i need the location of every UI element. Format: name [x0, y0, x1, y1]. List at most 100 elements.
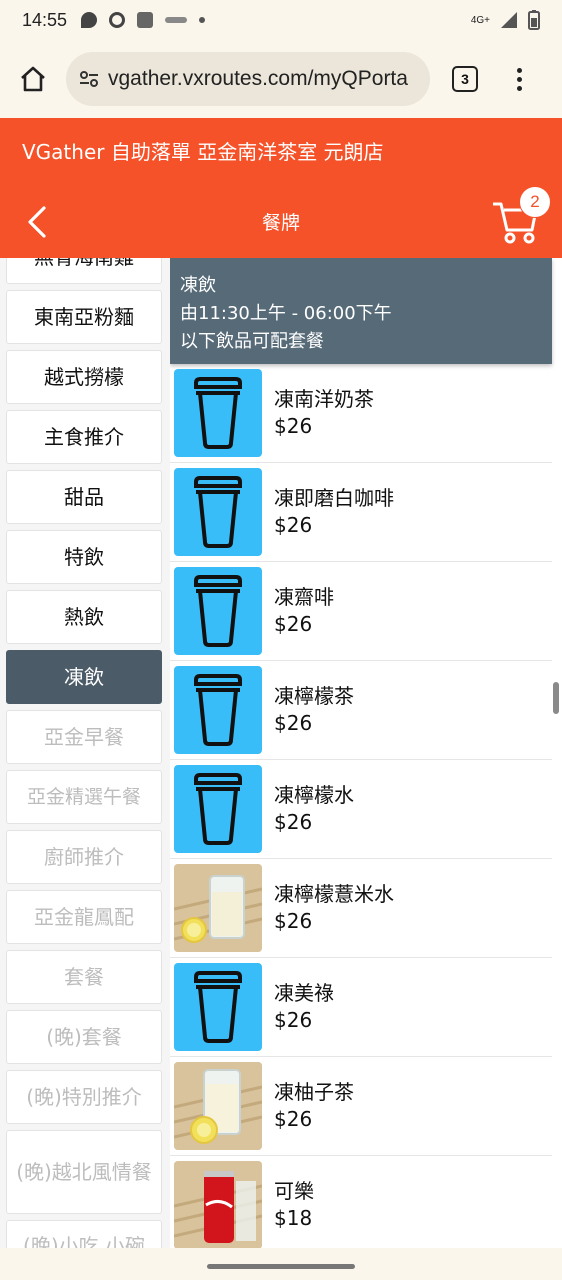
category-item[interactable]: 甜品 — [6, 470, 162, 524]
item-name: 凍南洋奶茶 — [274, 387, 374, 411]
category-label: 亞金精選午餐 — [26, 786, 141, 808]
category-label: 特飲 — [64, 545, 104, 569]
menu-list[interactable]: 凍飲 由11:30上午 - 06:00下午 以下飲品可配套餐 凍南洋奶茶 $26… — [170, 258, 562, 1248]
lemon-drink-photo — [174, 864, 262, 952]
item-price: $26 — [274, 513, 313, 537]
cup-icon — [174, 369, 262, 457]
category-label: 廚師推介 — [44, 845, 124, 869]
menu-item[interactable]: 凍美祿 $26 — [170, 958, 552, 1057]
network-type: 4G+ — [470, 14, 490, 26]
cola-can-photo — [174, 1161, 262, 1248]
section-hours: 由11:30上午 - 06:00下午 — [180, 303, 392, 324]
section-note: 以下飲品可配套餐 — [180, 331, 324, 352]
item-price: $26 — [274, 711, 313, 735]
browser-menu-button[interactable] — [514, 67, 524, 91]
address-bar[interactable]: vgather.vxroutes.com/myQPorta — [66, 52, 430, 106]
app-notification-icon — [109, 12, 126, 28]
cup-icon — [174, 765, 262, 853]
category-item[interactable]: 主食推介 — [6, 410, 162, 464]
category-item[interactable]: 廚師推介 — [6, 830, 162, 884]
item-name: 凍齋啡 — [274, 585, 334, 609]
menu-dot-icon — [516, 76, 522, 82]
category-item[interactable]: 熱飲 — [6, 590, 162, 644]
menu-item[interactable]: 凍柚子茶 $26 — [170, 1057, 552, 1156]
category-item[interactable]: 越式撈檬 — [6, 350, 162, 404]
category-label: 東南亞粉麵 — [34, 305, 134, 329]
cup-icon — [174, 567, 262, 655]
home-button[interactable] — [14, 60, 52, 98]
category-label: (晚)越北風情餐 — [16, 1160, 152, 1184]
cup-icon — [174, 666, 262, 754]
menu-item[interactable]: 凍南洋奶茶 $26 — [170, 364, 552, 463]
category-item[interactable]: 東南亞粉麵 — [6, 290, 162, 344]
category-label: 凍飲 — [64, 665, 104, 689]
chat-notification-icon — [81, 12, 98, 28]
tab-switcher-button[interactable]: 3 — [452, 66, 478, 92]
category-label: 套餐 — [64, 965, 104, 989]
signal-icon — [501, 12, 517, 28]
app-notification-icon-2 — [137, 12, 154, 28]
item-price: $26 — [274, 1107, 313, 1131]
status-time: 14:55 — [22, 9, 68, 30]
category-item[interactable]: 無骨海南雞 — [6, 258, 162, 284]
category-item[interactable]: (晚)小吃 小碗 — [6, 1220, 162, 1248]
category-label: 越式撈檬 — [44, 365, 124, 389]
section-header: 凍飲 由11:30上午 - 06:00下午 以下飲品可配套餐 — [170, 258, 552, 364]
item-name: 可樂 — [274, 1179, 314, 1203]
category-label: 亞金龍鳳配 — [34, 905, 134, 929]
menu-item[interactable]: 凍即磨白咖啡 $26 — [170, 463, 552, 562]
item-name: 凍柚子茶 — [274, 1080, 354, 1104]
store-title: VGather 自助落單 亞金南洋茶室 元朗店 — [22, 140, 384, 164]
category-label: (晚)特別推介 — [26, 1085, 142, 1109]
category-label: 熱飲 — [64, 605, 104, 629]
category-item[interactable]: 套餐 — [6, 950, 162, 1004]
category-label: 主食推介 — [44, 425, 124, 449]
category-label: (晚)套餐 — [46, 1025, 122, 1049]
item-name: 凍檸檬茶 — [274, 684, 354, 708]
menu-item[interactable]: 可樂 $18 — [170, 1156, 552, 1248]
item-name: 凍即磨白咖啡 — [274, 486, 394, 510]
menu-dot-icon — [516, 85, 522, 91]
category-item[interactable]: 亞金龍鳳配 — [6, 890, 162, 944]
category-label: (晚)小吃 小碗 — [23, 1234, 145, 1248]
app-header: VGather 自助落單 亞金南洋茶室 元朗店 餐牌 — [0, 118, 562, 258]
menu-item[interactable]: 凍檸檬薏米水 $26 — [170, 859, 552, 958]
item-price: $26 — [274, 810, 313, 834]
category-item[interactable]: 亞金早餐 — [6, 710, 162, 764]
url-text[interactable]: vgather.vxroutes.com/myQPorta — [108, 67, 408, 91]
menu-item[interactable]: 凍檸檬水 $26 — [170, 760, 552, 859]
status-bar: 14:55 4G+ — [0, 0, 562, 40]
menu-dot-icon — [516, 67, 522, 73]
category-item[interactable]: 特飲 — [6, 530, 162, 584]
category-item-active[interactable]: 凍飲 — [6, 650, 162, 704]
item-price: $26 — [274, 414, 313, 438]
item-name: 凍檸檬水 — [274, 783, 354, 807]
system-nav-bar — [0, 1248, 562, 1280]
signature-notification-icon — [165, 17, 188, 23]
item-price: $26 — [274, 612, 313, 636]
category-label: 無骨海南雞 — [34, 258, 134, 272]
item-price: $26 — [274, 1008, 313, 1032]
cup-icon — [174, 468, 262, 556]
cart-count-badge: 2 — [519, 186, 551, 218]
category-item[interactable]: (晚)套餐 — [6, 1010, 162, 1064]
category-item[interactable]: (晚)越北風情餐 — [6, 1130, 162, 1214]
gesture-handle[interactable] — [207, 1264, 355, 1269]
category-sidebar[interactable]: 無骨海南雞 東南亞粉麵 越式撈檬 主食推介 甜品 特飲 熱飲 凍飲 亞金早餐 亞… — [0, 258, 170, 1248]
category-item[interactable]: (晚)特別推介 — [6, 1070, 162, 1124]
category-item[interactable]: 亞金精選午餐 — [6, 770, 162, 824]
item-name: 凍美祿 — [274, 981, 334, 1005]
section-title: 凍飲 — [180, 275, 216, 296]
more-notifications-dot — [199, 17, 206, 23]
item-price: $26 — [274, 909, 313, 933]
page-title: 餐牌 — [261, 212, 300, 234]
scrollbar-thumb[interactable] — [553, 682, 559, 714]
item-name: 凍檸檬薏米水 — [274, 882, 394, 906]
home-icon — [21, 66, 45, 92]
menu-item[interactable]: 凍齋啡 $26 — [170, 562, 552, 661]
browser-toolbar: vgather.vxroutes.com/myQPorta 3 — [0, 40, 562, 118]
menu-item[interactable]: 凍檸檬茶 $26 — [170, 661, 552, 760]
cup-icon — [174, 963, 262, 1051]
site-settings-icon[interactable] — [78, 68, 100, 90]
item-price: $18 — [274, 1206, 313, 1230]
